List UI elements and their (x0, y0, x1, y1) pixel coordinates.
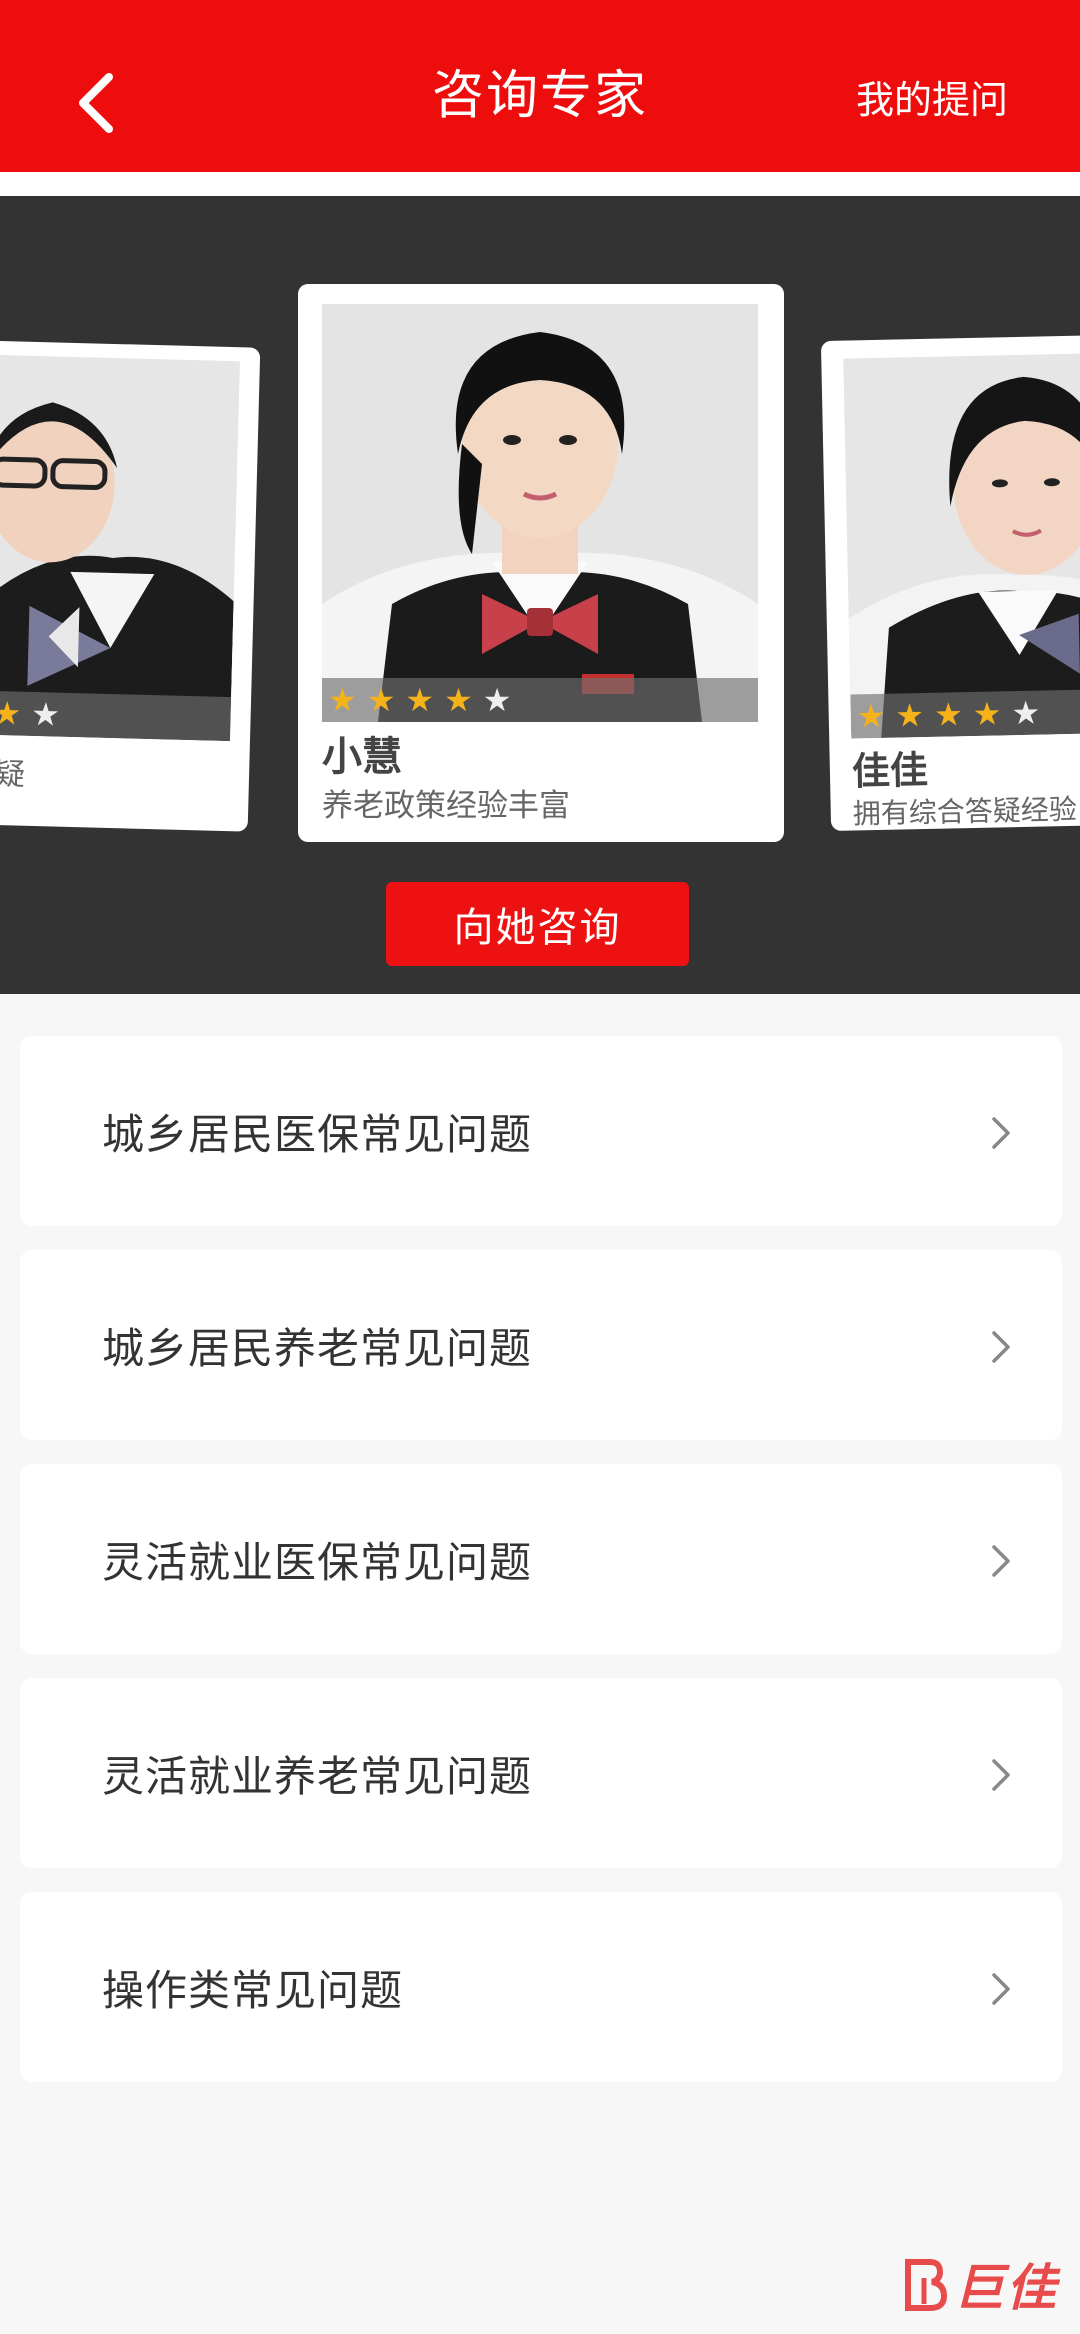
star-icon: ★ (856, 696, 886, 736)
faq-item[interactable]: 操作类常见问题 (20, 1892, 1062, 2082)
top-bar: 咨询专家 我的提问 (0, 0, 1080, 172)
chevron-right-icon (992, 1545, 1010, 1577)
header-divider (0, 172, 1080, 196)
brand-logo-icon (905, 2259, 948, 2311)
watermark: 巨佳 (902, 2248, 1058, 2320)
chevron-right-icon (992, 1117, 1010, 1149)
faq-label: 城乡居民医保常见问题 (102, 1109, 533, 1159)
faq-item[interactable]: 城乡居民养老常见问题 (20, 1250, 1062, 1440)
expert-photo: ★ ★ ★ ★ ★ (843, 353, 1080, 739)
star-icon: ★ (366, 681, 396, 719)
rating-bar: ★ ★ ★ ★ ★ (850, 688, 1080, 739)
watermark-text: 巨佳 (954, 2259, 1058, 2317)
chevron-right-icon (992, 1331, 1010, 1363)
expert-portrait-image (0, 354, 240, 742)
expert-photo: ★ ★ (0, 354, 240, 742)
star-icon: ★ (972, 694, 1002, 733)
star-icon: ★ (895, 696, 925, 735)
expert-description: 养老政策经验丰富 (322, 788, 570, 824)
expert-description: 疑 (0, 757, 26, 793)
expert-description: 拥有综合答疑经验 (852, 792, 1078, 831)
faq-item[interactable]: 城乡居民医保常见问题 (20, 1036, 1062, 1226)
faq-label: 操作类常见问题 (102, 1965, 404, 2015)
star-icon: ★ (1011, 693, 1041, 733)
faq-label: 灵活就业养老常见问题 (102, 1751, 533, 1801)
expert-card-center[interactable]: ★ ★ ★ ★ ★ 小慧 养老政策经验丰富 (298, 284, 784, 842)
expert-name: 小慧 (322, 734, 402, 780)
faq-item[interactable]: 灵活就业养老常见问题 (20, 1678, 1062, 1868)
expert-portrait-image (322, 304, 758, 722)
star-icon: ★ (30, 694, 61, 734)
expert-carousel[interactable]: ★ ★ 疑 ★ ★ ★ ★ ★ 小慧 养老政策经验丰富 ★ ★ ★ ★ ★ 佳佳… (0, 196, 1080, 994)
expert-card-right[interactable]: ★ ★ ★ ★ ★ 佳佳 拥有综合答疑经验 (820, 335, 1080, 831)
star-icon: ★ (482, 681, 512, 719)
chevron-right-icon (992, 1973, 1010, 2005)
faq-list: 城乡居民医保常见问题 城乡居民养老常见问题 灵活就业医保常见问题 灵活就业养老常… (20, 1036, 1062, 2106)
expert-photo: ★ ★ ★ ★ ★ (322, 304, 758, 722)
consult-expert-button[interactable]: 向她咨询 (386, 882, 689, 966)
expert-card-left[interactable]: ★ ★ 疑 (0, 340, 261, 832)
chevron-right-icon (992, 1759, 1010, 1791)
star-icon: ★ (405, 681, 435, 719)
expert-name: 佳佳 (851, 747, 929, 794)
faq-item[interactable]: 灵活就业医保常见问题 (20, 1464, 1062, 1654)
star-icon: ★ (933, 695, 964, 734)
rating-bar: ★ ★ ★ ★ ★ (322, 678, 758, 722)
faq-label: 城乡居民养老常见问题 (102, 1323, 533, 1373)
rating-bar: ★ ★ (0, 690, 232, 742)
star-icon: ★ (328, 681, 357, 719)
expert-portrait-image (843, 353, 1080, 739)
star-icon: ★ (444, 681, 473, 719)
my-questions-link[interactable]: 我的提问 (856, 72, 1008, 128)
faq-label: 灵活就业医保常见问题 (102, 1537, 533, 1587)
star-icon: ★ (0, 693, 22, 733)
